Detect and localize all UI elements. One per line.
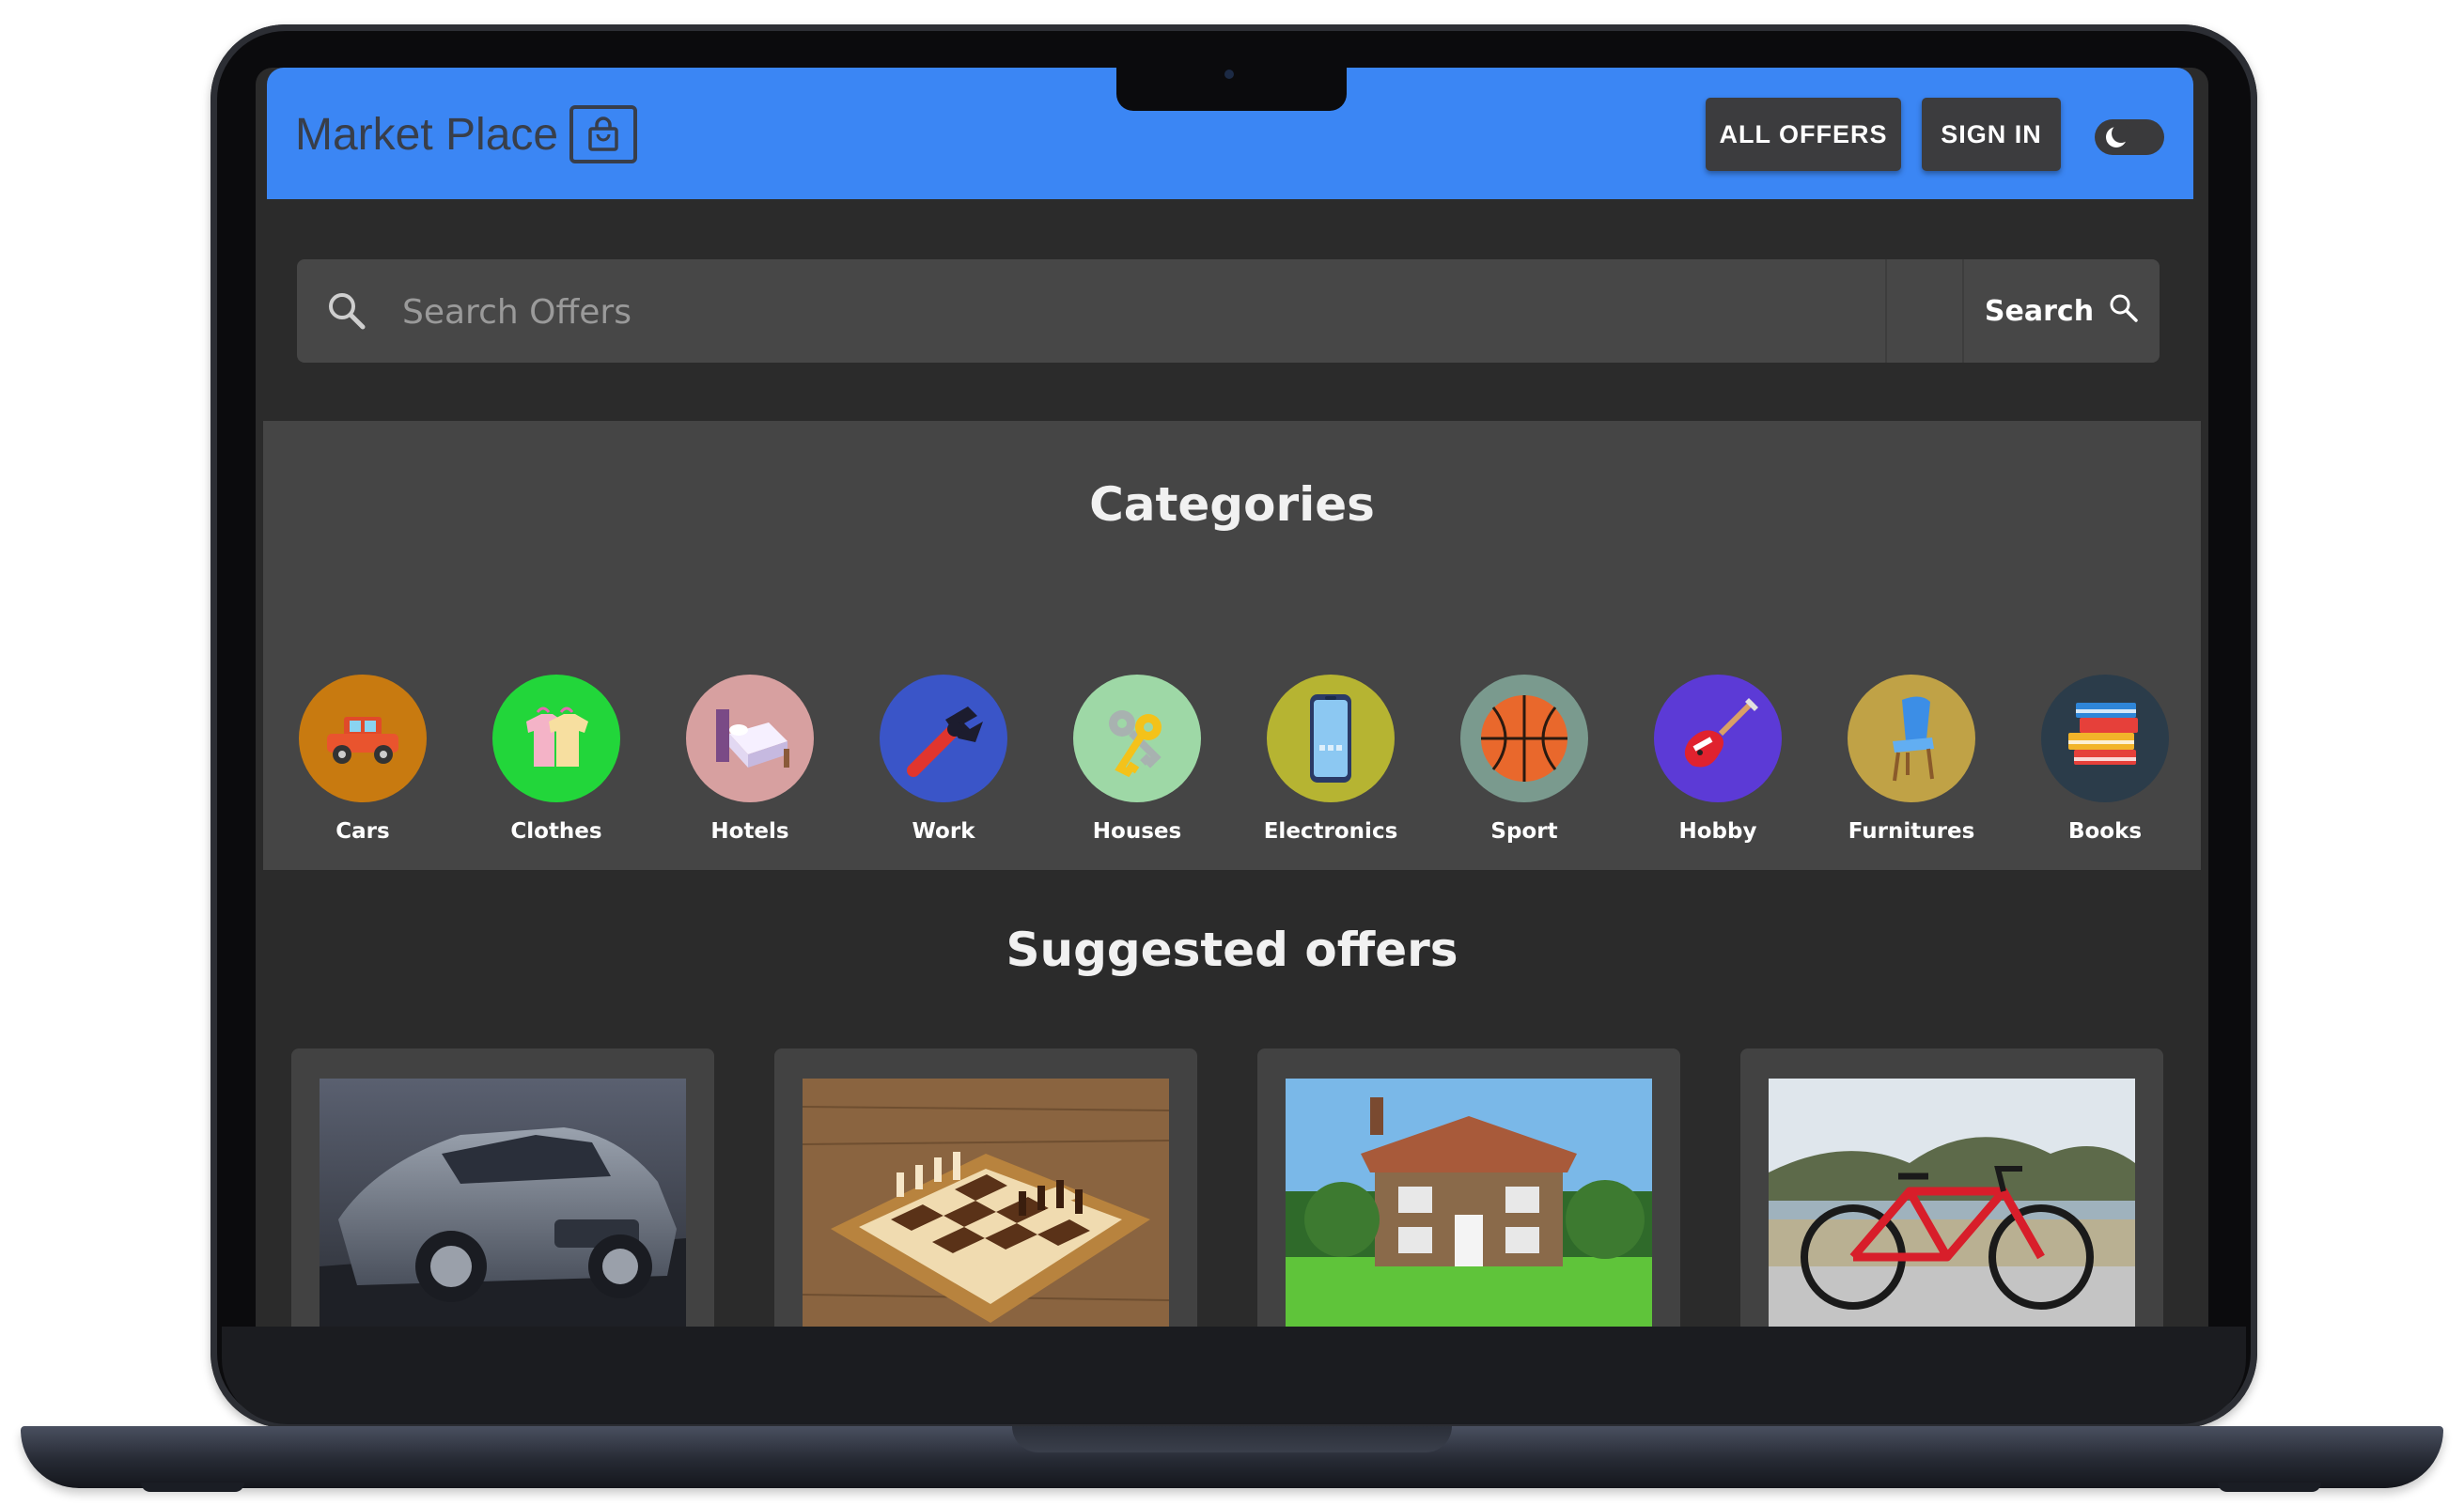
camera: [1224, 70, 1234, 79]
moon-icon: [2104, 124, 2130, 153]
category-houses[interactable]: Houses: [1053, 675, 1222, 844]
chair-icon: [1848, 675, 1975, 802]
wrench-icon: [880, 675, 1007, 802]
category-clothes[interactable]: Clothes: [472, 675, 641, 844]
search-input[interactable]: [400, 259, 1889, 365]
search-button[interactable]: Search: [1964, 259, 2160, 363]
laptop-foot: [2218, 1483, 2321, 1492]
category-label: Hotels: [710, 819, 789, 844]
category-label: Cars: [335, 819, 390, 844]
category-hotels[interactable]: Hotels: [665, 675, 834, 844]
car-icon: [299, 675, 427, 802]
category-label: Electronics: [1263, 819, 1398, 844]
category-sport[interactable]: Sport: [1440, 675, 1609, 844]
logo-text: Market Place: [295, 109, 559, 160]
keys-icon: [1073, 675, 1201, 802]
search-button-label: Search: [1984, 294, 2095, 328]
suggested-offers-title: Suggested offers: [1006, 923, 1458, 977]
category-label: Houses: [1092, 819, 1182, 844]
offer-card[interactable]: [291, 1048, 714, 1327]
category-books[interactable]: Books: [2020, 675, 2190, 844]
shopping-bag-icon: [569, 105, 638, 163]
category-label: Furnitures: [1848, 819, 1975, 844]
category-electronics[interactable]: Electronics: [1246, 675, 1415, 844]
theme-toggle[interactable]: [2095, 119, 2164, 155]
category-label: Books: [2067, 819, 2143, 844]
chessboard-photo: [803, 1079, 1169, 1327]
laptop-base-notch: [1012, 1426, 1452, 1452]
offer-card[interactable]: [774, 1048, 1197, 1327]
red-bicycle-photo: [1769, 1079, 2135, 1327]
category-label: Work: [912, 819, 975, 844]
category-label: Hobby: [1678, 819, 1757, 844]
basketball-icon: [1460, 675, 1588, 802]
all-offers-button[interactable]: ALL OFFERS: [1706, 98, 1901, 171]
category-cars[interactable]: Cars: [278, 675, 447, 844]
category-label: Sport: [1490, 819, 1558, 844]
logo[interactable]: Market Place: [295, 105, 638, 163]
laptop-bezel-chin: [222, 1327, 2246, 1424]
smartphone-icon: [1267, 675, 1395, 802]
search-icon: [325, 289, 368, 336]
category-hobby[interactable]: Hobby: [1633, 675, 1802, 844]
offer-card[interactable]: [1257, 1048, 1680, 1327]
categories-title: Categories: [1089, 477, 1375, 532]
bed-icon: [686, 675, 814, 802]
divider: [1885, 259, 1887, 363]
laptop-foot: [141, 1483, 244, 1492]
guitar-icon: [1654, 675, 1782, 802]
clothes-icon: [492, 675, 620, 802]
search-icon: [2107, 291, 2139, 331]
sign-in-button[interactable]: SIGN IN: [1922, 98, 2061, 171]
category-label: Clothes: [510, 819, 602, 844]
search-bar: Search: [297, 259, 2160, 365]
cottage-house-photo: [1286, 1079, 1652, 1327]
category-furnitures[interactable]: Furnitures: [1827, 675, 1996, 844]
categories-section: Categories Cars Clothes Hotels Work Hous…: [263, 421, 2201, 870]
category-work[interactable]: Work: [859, 675, 1028, 844]
car-photo: [320, 1079, 686, 1327]
offer-card[interactable]: [1740, 1048, 2163, 1327]
screen: Market Place ALL OFFERS SIGN IN Search O…: [256, 68, 2208, 1327]
books-icon: [2041, 675, 2169, 802]
